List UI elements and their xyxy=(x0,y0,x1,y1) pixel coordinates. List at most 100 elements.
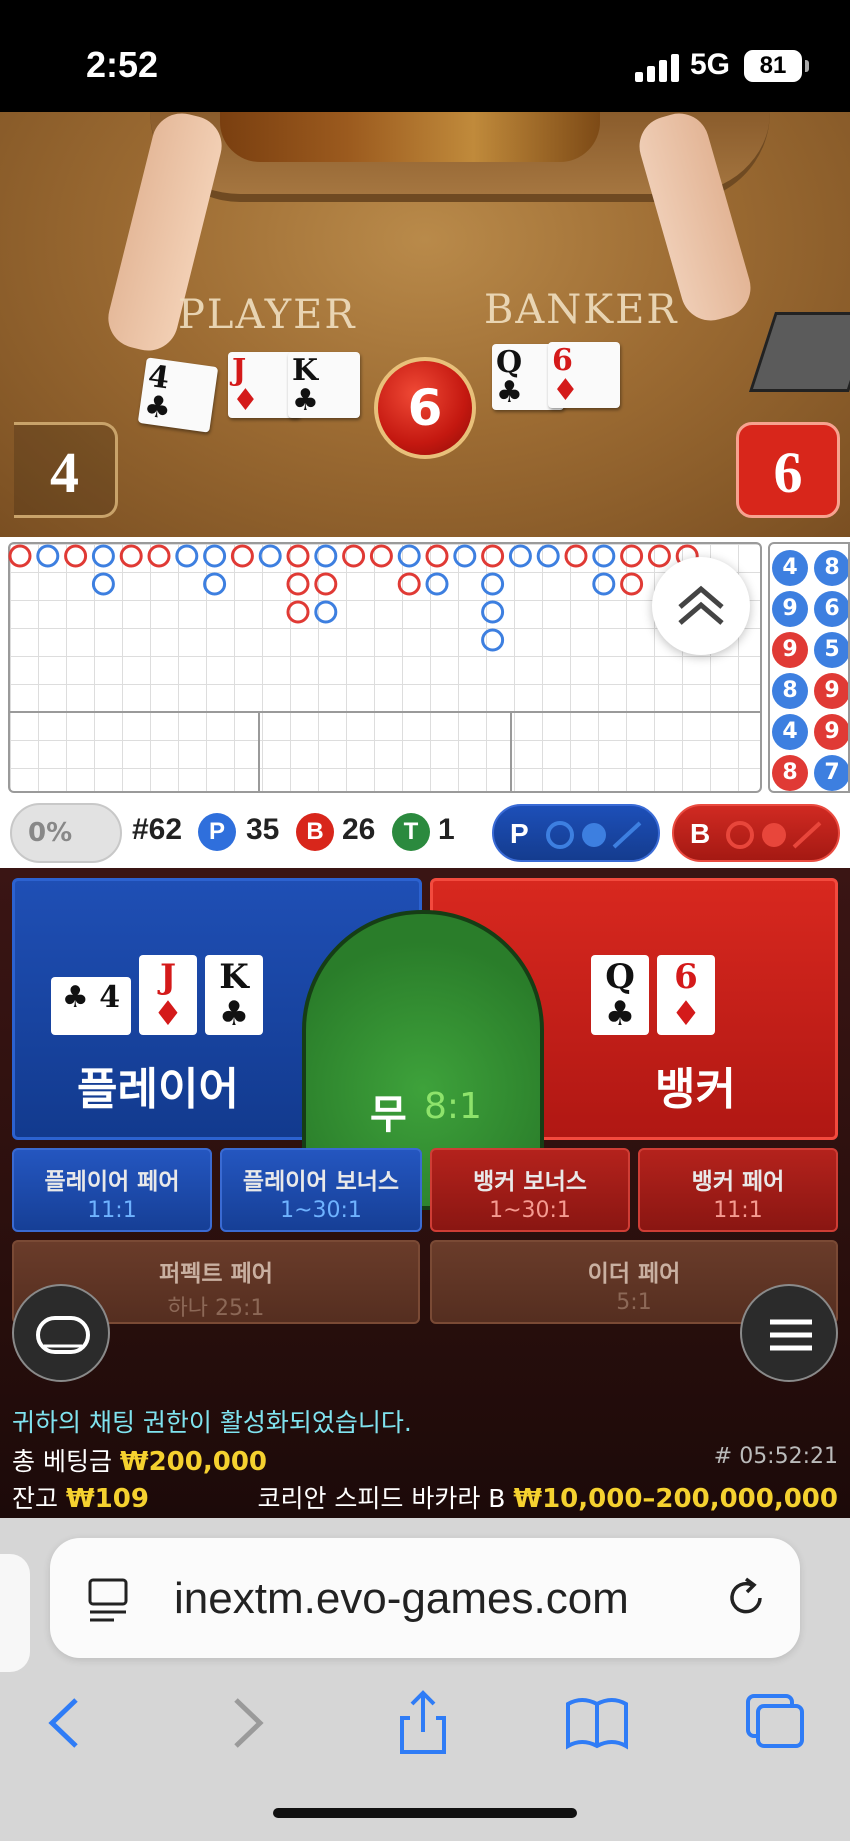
bet-card: 6 ♦ xyxy=(657,955,715,1035)
side-bet-title: 뱅커 보너스 xyxy=(473,1169,587,1195)
road-mark xyxy=(508,544,532,568)
table-limits: ₩10,000–200,000,000 xyxy=(513,1484,838,1514)
bet-card: ♣ 4 xyxy=(51,977,131,1035)
live-video: PLAYER BANKER 4 ♣ J ♦ K ♣ Q ♣ 6 ♦ 6 4 6 xyxy=(0,112,850,537)
side-bet-title: 뱅커 페어 xyxy=(691,1169,785,1195)
road-mark xyxy=(536,544,560,568)
road-mark xyxy=(314,572,338,596)
side-bet-odds: 11:1 xyxy=(713,1198,763,1223)
bet-card: J ♦ xyxy=(139,955,197,1035)
road-mark xyxy=(397,544,421,568)
road-mark xyxy=(314,600,338,624)
stats-bar: 0% #62 P 35 B 26 T 1 P B xyxy=(0,800,850,868)
table-info-row: 코리안 스피드 바카라 B ₩10,000–200,000,000 xyxy=(257,1479,838,1515)
bead-result: 5 xyxy=(814,632,848,668)
road-mark xyxy=(36,544,60,568)
back-icon[interactable] xyxy=(30,1688,100,1758)
expand-roadmap-button[interactable] xyxy=(652,557,750,655)
reload-icon[interactable] xyxy=(722,1574,770,1622)
road-mark xyxy=(258,544,282,568)
player-pair-bet[interactable]: 플레이어 페어 11:1 xyxy=(12,1148,212,1232)
forward-icon[interactable] xyxy=(212,1688,282,1758)
hamburger-menu-icon xyxy=(770,1319,812,1351)
total-bet-row: 총 베팅금 ₩200,000 xyxy=(12,1442,267,1478)
share-icon[interactable] xyxy=(388,1688,458,1758)
player-bet-label: 플레이어 xyxy=(77,1064,239,1115)
road-mark xyxy=(230,544,254,568)
bead-result: 4 xyxy=(772,714,808,750)
banker-predict-button[interactable]: B xyxy=(672,804,840,862)
road-mark xyxy=(564,544,588,568)
bead-result: 8 xyxy=(772,755,808,791)
bead-result: 7 xyxy=(814,755,848,791)
side-bet-odds: 1~30:1 xyxy=(280,1198,362,1223)
predict-symbols-icon xyxy=(726,821,822,849)
bead-result: 9 xyxy=(772,591,808,627)
road-mark xyxy=(481,628,505,652)
tabs-icon[interactable] xyxy=(740,1688,810,1758)
side-bet-odds: 11:1 xyxy=(87,1198,137,1223)
road-mark xyxy=(592,572,616,596)
player-bonus-bet[interactable]: 플레이어 보너스 1~30:1 xyxy=(220,1148,422,1232)
banker-count-badge: B xyxy=(296,813,334,851)
table-card: 6 ♦ xyxy=(548,342,620,408)
player-predict-button[interactable]: P xyxy=(492,804,660,862)
signal-icon xyxy=(635,52,681,82)
battery-icon: 81 xyxy=(744,50,809,82)
road-mark xyxy=(286,572,310,596)
balance-row: 잔고 ₩109 xyxy=(12,1479,149,1515)
road-mark xyxy=(369,544,393,568)
status-bar: 2:52 5G 81 xyxy=(0,0,850,112)
total-bet-value: ₩200,000 xyxy=(119,1447,268,1477)
side-bet-odds: 1~30:1 xyxy=(489,1198,571,1223)
bead-result: 8 xyxy=(814,550,848,586)
table-player-label: PLAYER xyxy=(178,292,357,338)
bet-card: K ♣ xyxy=(205,955,263,1035)
bead-result: 9 xyxy=(772,632,808,668)
banker-bonus-bet[interactable]: 뱅커 보너스 1~30:1 xyxy=(430,1148,630,1232)
table-card: 4 ♣ xyxy=(137,357,219,433)
road-mark xyxy=(481,572,505,596)
road-mark xyxy=(592,544,616,568)
big-road xyxy=(8,544,699,652)
road-mark xyxy=(342,544,366,568)
player-score: 4 xyxy=(14,422,118,518)
tie-odds: 8:1 xyxy=(424,1086,482,1127)
road-mark xyxy=(147,544,171,568)
bet-card: Q ♣ xyxy=(591,955,649,1035)
previous-tab-peek[interactable] xyxy=(0,1554,30,1672)
road-mark xyxy=(119,544,143,568)
result-ball: 6 xyxy=(374,357,476,459)
url-text[interactable]: inextm.evo-games.com xyxy=(174,1574,629,1624)
status-time: 2:52 xyxy=(86,44,159,85)
bead-result: 9 xyxy=(814,673,848,709)
banker-score: 6 xyxy=(736,422,840,518)
road-mark xyxy=(91,544,115,568)
road-mark xyxy=(314,544,338,568)
menu-button[interactable] xyxy=(740,1284,838,1382)
banker-count: 26 xyxy=(342,813,376,846)
banker-pair-bet[interactable]: 뱅커 페어 11:1 xyxy=(638,1148,838,1232)
bead-road: 489695894987 xyxy=(768,542,850,793)
bead-result: 6 xyxy=(814,591,848,627)
road-mark xyxy=(8,544,32,568)
chat-button[interactable] xyxy=(12,1284,110,1382)
percent-toggle[interactable]: 0% xyxy=(10,803,122,863)
dealer xyxy=(220,112,600,162)
road-mark xyxy=(203,544,227,568)
player-count-badge: P xyxy=(198,813,236,851)
road-mark xyxy=(481,544,505,568)
road-divider xyxy=(8,711,762,713)
table-banker-label: BANKER xyxy=(484,287,679,333)
address-bar[interactable]: inextm.evo-games.com xyxy=(50,1538,800,1658)
road-mark xyxy=(481,600,505,624)
bookmarks-icon[interactable] xyxy=(562,1688,632,1758)
tie-count-badge: T xyxy=(392,813,430,851)
road-mark xyxy=(425,572,449,596)
road-mark xyxy=(286,600,310,624)
road-divider xyxy=(510,711,512,793)
roadmap[interactable]: 489695894987 xyxy=(0,537,850,800)
side-bet-title: 플레이어 페어 xyxy=(44,1169,180,1195)
bead-result: 8 xyxy=(772,673,808,709)
page-menu-icon[interactable] xyxy=(84,1574,134,1624)
